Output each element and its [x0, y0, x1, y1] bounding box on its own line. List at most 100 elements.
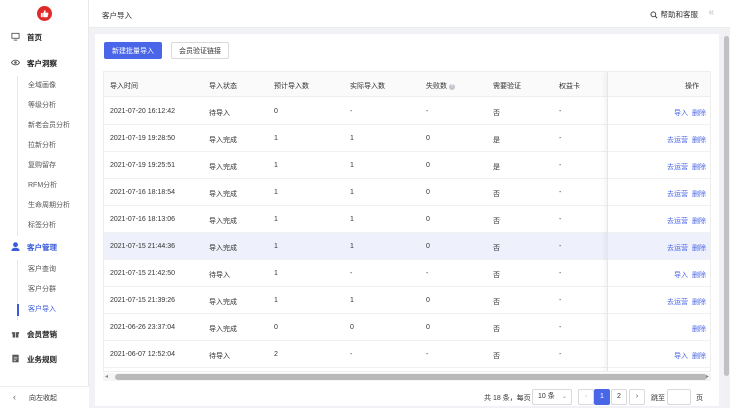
cell-verify: 否 [493, 272, 500, 279]
cell-verify: 否 [493, 299, 500, 306]
cell-failed: 0 [426, 216, 430, 223]
cell-actual[interactable]: 1 [350, 297, 354, 304]
cell-import-status: 导入完成 [209, 164, 237, 171]
cell-actual: 0 [350, 324, 354, 331]
scroll-right-arrow-icon[interactable]: ▸ [706, 373, 709, 380]
col-failed: 失败数? [426, 81, 455, 91]
cell-failed: 0 [426, 162, 430, 169]
col-expected: 预计导入数 [274, 83, 309, 90]
next-page-button[interactable]: › [629, 389, 645, 405]
cell-verify: 否 [493, 110, 500, 117]
cell-verify: 否 [493, 245, 500, 252]
cell-import-time: 2021-07-19 19:25:51 [110, 162, 175, 169]
cell-card: - [559, 162, 562, 169]
cell-expected: 1 [274, 189, 278, 196]
cell-import-status: 导入完成 [209, 191, 237, 198]
cell-actual[interactable]: 1 [350, 189, 354, 196]
cell-actual: - [350, 270, 353, 277]
vertical-scroll-thumb[interactable] [724, 36, 729, 376]
cell-expected: 2 [274, 351, 278, 358]
help-button[interactable]: 帮助和客服 [650, 9, 699, 20]
cell-failed: 0 [426, 189, 430, 196]
prev-page-button[interactable]: ‹ [578, 389, 594, 405]
page-2-button[interactable]: 2 [611, 389, 627, 405]
cell-actual[interactable]: 1 [350, 162, 354, 169]
new-batch-import-button[interactable]: 新建批量导入 [104, 42, 162, 59]
scroll-left-arrow-icon[interactable]: ◂ [105, 373, 108, 380]
cell-import-status: 导入完成 [209, 245, 237, 252]
col-import-time: 导入时间 [110, 83, 138, 90]
cell-actual: - [350, 351, 353, 358]
col-actual: 实际导入数 [350, 83, 385, 90]
cell-card: - [559, 135, 562, 142]
sidebar-item-repurchase[interactable]: 复购留存 [18, 156, 89, 176]
pagination-total: 共 18 条，每页 [484, 395, 531, 402]
actions-fixed-column [607, 72, 710, 371]
thumbs-up-logo-icon[interactable] [37, 6, 52, 21]
cell-card: - [559, 297, 562, 304]
nav-customer-management[interactable]: 客户管理 [0, 238, 89, 256]
sidebar-item-rfm[interactable]: RFM分析 [18, 176, 89, 196]
page-1-button[interactable]: 1 [594, 389, 610, 405]
page-title: 客户导入 [102, 11, 132, 20]
sidebar: 首页 客户洞察 全域画像 等级分析 新老会员分析 拉新分析 复购留存 RFM分析… [0, 0, 89, 408]
sidebar-item-full-profile[interactable]: 全域画像 [18, 76, 89, 96]
cell-expected: 1 [274, 297, 278, 304]
cell-failed: - [426, 351, 429, 358]
cell-expected: 1 [274, 270, 278, 277]
cell-expected: 1 [274, 243, 278, 250]
cell-import-status: 待导入 [209, 110, 230, 117]
page-size-select[interactable]: 10 条 ⌄ [532, 389, 572, 405]
cell-expected: 0 [274, 108, 278, 115]
sidebar-item-customer-import[interactable]: 客户导入 [17, 300, 89, 320]
cell-import-time: 2021-07-15 21:39:26 [110, 297, 175, 304]
sidebar-item-acquisition[interactable]: 拉新分析 [18, 136, 89, 156]
vertical-scrollbar[interactable] [723, 28, 730, 408]
collapse-sidebar-button[interactable]: ‹ 向左收起 [0, 386, 89, 408]
cell-import-time: 2021-07-15 21:42:50 [110, 270, 175, 277]
cell-failed: 0 [426, 297, 430, 304]
pagination: 共 18 条，每页 10 条 ⌄ ‹ 1 2 › 跳至 页 [95, 388, 719, 406]
page-suffix: 页 [696, 395, 703, 402]
cell-import-status: 待导入 [209, 353, 230, 360]
sidebar-item-tags[interactable]: 标签分析 [18, 216, 89, 236]
col-verify: 需要验证 [493, 83, 521, 90]
sidebar-item-customer-segment[interactable]: 客户分群 [18, 280, 89, 300]
document-icon [11, 354, 20, 363]
sidebar-item-new-old-member[interactable]: 新老会员分析 [18, 116, 89, 136]
horizontal-scrollbar[interactable]: ◂ ▸ [103, 373, 711, 381]
cell-import-time: 2021-07-20 16:12:42 [110, 108, 175, 115]
sidebar-item-customer-query[interactable]: 客户查询 [18, 260, 89, 280]
cell-verify: 否 [493, 353, 500, 360]
cell-verify: 是 [493, 164, 500, 171]
user-icon [11, 242, 20, 251]
sidebar-item-lifecycle[interactable]: 生命周期分析 [18, 196, 89, 216]
chevron-left-icon: ‹ [13, 392, 16, 402]
cell-card: - [559, 243, 562, 250]
cell-import-status: 导入完成 [209, 218, 237, 225]
cell-actual[interactable]: 1 [350, 216, 354, 223]
chevron-down-icon: ⌄ [561, 394, 567, 400]
horizontal-scroll-thumb[interactable] [115, 374, 707, 380]
nav-customer-management-label: 客户管理 [27, 242, 57, 252]
page-size-value: 10 条 [538, 393, 555, 400]
search-icon [650, 11, 658, 19]
info-icon[interactable]: ? [449, 84, 455, 90]
jump-page-input[interactable] [667, 389, 691, 405]
nav-customer-insight-label: 客户洞察 [27, 58, 57, 68]
col-card: 权益卡 [559, 83, 580, 90]
cell-card: - [559, 216, 562, 223]
cell-import-status: 导入完成 [209, 137, 237, 144]
double-chevron-left-icon[interactable]: « [708, 7, 714, 18]
cell-actual[interactable]: 1 [350, 243, 354, 250]
cell-import-status: 待导入 [209, 272, 230, 279]
cell-actual: - [350, 108, 353, 115]
sidebar-item-level-analysis[interactable]: 等级分析 [18, 96, 89, 116]
cell-actual[interactable]: 1 [350, 135, 354, 142]
nav-business-rules[interactable]: 业务规则 [0, 350, 89, 368]
nav-home[interactable]: 首页 [0, 28, 89, 46]
member-verify-link-button[interactable]: 会员验证链接 [171, 42, 229, 59]
help-label: 帮助和客服 [660, 10, 699, 19]
nav-member-marketing[interactable]: 会员营销 [0, 325, 89, 343]
nav-customer-insight[interactable]: 客户洞察 [0, 54, 89, 72]
